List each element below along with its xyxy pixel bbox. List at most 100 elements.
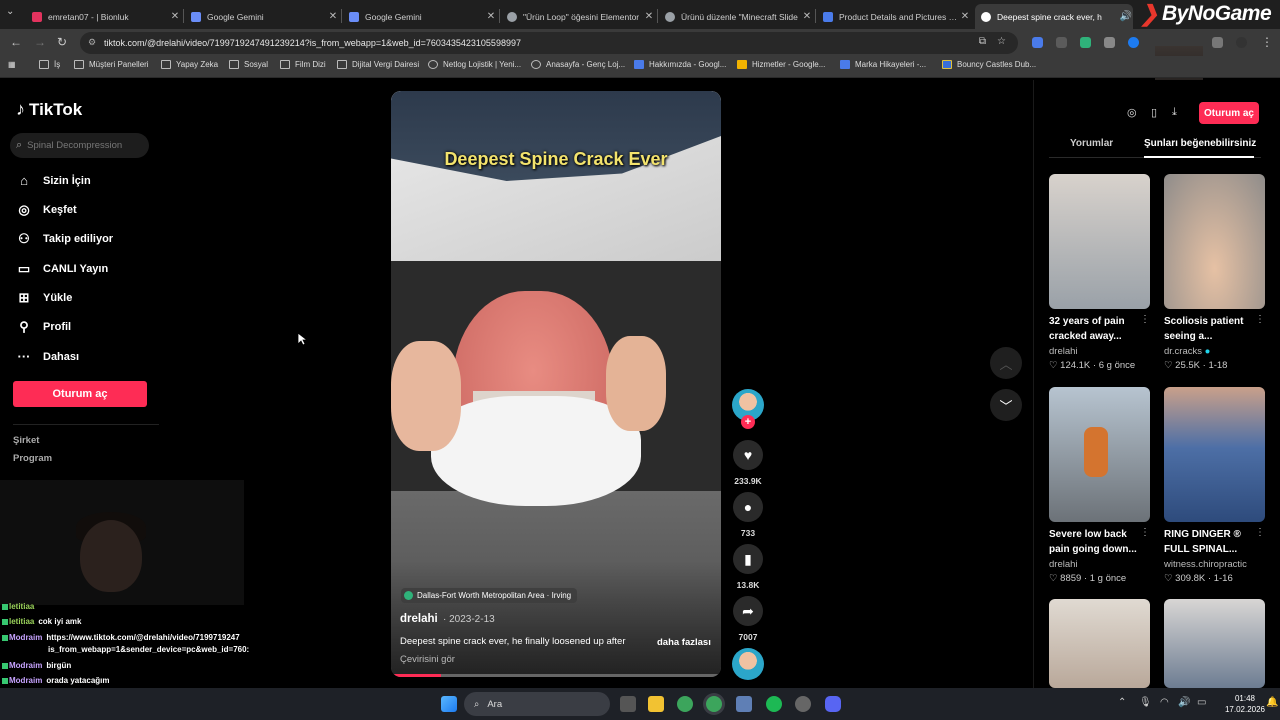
- music-disc-avatar[interactable]: [732, 648, 764, 680]
- video-author[interactable]: drelahi: [400, 613, 438, 625]
- tab-5[interactable]: Product Details and Pictures - G ✕: [817, 4, 972, 29]
- profile-avatar-icon[interactable]: [1236, 37, 1247, 48]
- see-more-link[interactable]: daha fazlası: [657, 637, 711, 648]
- settings-gear-icon[interactable]: [795, 696, 811, 712]
- install-app-icon[interactable]: ⧉: [979, 36, 986, 47]
- tab-search-icon[interactable]: ⌄: [6, 6, 14, 17]
- bookmark-link[interactable]: Hizmetler - Google...: [737, 60, 825, 69]
- header-login-button[interactable]: Oturum aç: [1199, 102, 1259, 124]
- bookmark-folder[interactable]: Müşteri Panelleri: [74, 60, 149, 69]
- address-bar[interactable]: ⚙ tiktok.com/@drelahi/video/719971924749…: [80, 32, 1018, 54]
- close-icon[interactable]: ✕: [484, 11, 498, 22]
- footer-link-company[interactable]: Şirket: [13, 435, 39, 446]
- close-icon[interactable]: ✕: [326, 11, 340, 22]
- login-button[interactable]: Oturum aç: [13, 381, 147, 407]
- sidebar-item-live[interactable]: ▭ CANLI Yayın: [16, 261, 108, 277]
- video-player[interactable]: Deepest Spine Crack Ever Dallas-Fort Wor…: [391, 91, 721, 677]
- discord-icon[interactable]: [825, 696, 841, 712]
- reading-list-icon[interactable]: [1212, 37, 1223, 48]
- follow-plus-icon[interactable]: +: [741, 415, 755, 429]
- tab-1[interactable]: Google Gemini ✕: [185, 4, 340, 29]
- tray-chevron-icon[interactable]: ⌃: [1118, 697, 1126, 708]
- card-author[interactable]: dr.cracks ●: [1164, 346, 1210, 357]
- bookmark-folder[interactable]: Sosyal: [229, 60, 268, 69]
- video-thumbnail[interactable]: [1049, 599, 1150, 688]
- card-author[interactable]: drelahi: [1049, 346, 1078, 357]
- chrome-active-icon[interactable]: [706, 696, 722, 712]
- more-options-icon[interactable]: ⋮: [1140, 527, 1150, 538]
- close-icon[interactable]: ✕: [168, 11, 182, 22]
- previous-video-button[interactable]: ︿: [990, 347, 1022, 379]
- card-title[interactable]: Scoliosis patient seeing a...: [1164, 314, 1254, 344]
- tab-you-may-like[interactable]: Şunları beğenebilirsiniz: [1144, 138, 1256, 149]
- footer-link-program[interactable]: Program: [13, 453, 52, 464]
- volume-icon[interactable]: 🔊: [1178, 697, 1190, 708]
- tab-4[interactable]: Ürünü düzenle "Minecraft Slide ✕: [659, 4, 814, 29]
- more-options-icon[interactable]: ⋮: [1255, 314, 1265, 325]
- like-button[interactable]: ♥: [733, 440, 763, 470]
- forward-icon[interactable]: →: [34, 35, 46, 49]
- sidebar-item-explore[interactable]: ◎ Keşfet: [16, 202, 76, 218]
- card-title[interactable]: Severe low back pain going down...: [1049, 527, 1139, 557]
- video-progress-bar[interactable]: [391, 674, 721, 677]
- close-icon[interactable]: ✕: [642, 11, 656, 22]
- battery-icon[interactable]: ▭: [1197, 697, 1206, 708]
- app-icon[interactable]: [736, 696, 752, 712]
- card-author[interactable]: drelahi: [1049, 559, 1078, 570]
- site-info-icon[interactable]: ⚙: [88, 37, 96, 48]
- mute-icon[interactable]: 🔊: [1119, 11, 1133, 22]
- video-thumbnail[interactable]: [1164, 387, 1265, 522]
- tab-0[interactable]: emretan07 - | Bionluk ✕: [26, 4, 182, 29]
- download-icon[interactable]: ⤓: [1172, 106, 1177, 119]
- bookmark-link[interactable]: Marka Hikayeleri -...: [840, 60, 926, 69]
- wifi-icon[interactable]: ◠: [1160, 697, 1169, 708]
- notification-bell-icon[interactable]: 🔔: [1266, 697, 1278, 708]
- bookmark-link[interactable]: Dijital Vergi Dairesi: [337, 60, 419, 69]
- spotify-icon[interactable]: [766, 696, 782, 712]
- see-translation-link[interactable]: Çevirisini gör: [400, 654, 455, 665]
- share-button[interactable]: ➦: [733, 596, 763, 626]
- more-options-icon[interactable]: ⋮: [1140, 314, 1150, 325]
- chrome-icon[interactable]: [677, 696, 693, 712]
- back-icon[interactable]: ←: [10, 35, 22, 49]
- video-thumbnail[interactable]: [1164, 174, 1265, 309]
- sidebar-item-following[interactable]: ⚇ Takip ediliyor: [16, 231, 113, 247]
- system-clock[interactable]: 01:48 17.02.2026: [1222, 693, 1268, 715]
- menu-kebab-icon[interactable]: ⋮: [1261, 35, 1273, 49]
- tab-6-active[interactable]: Deepest spine crack ever, h 🔊: [975, 4, 1133, 29]
- device-icon[interactable]: ▯: [1151, 106, 1157, 119]
- bookmark-link[interactable]: Netlog Lojistik | Yeni...: [428, 60, 521, 69]
- bookmark-star-icon[interactable]: ☆: [997, 36, 1006, 47]
- save-button[interactable]: ▮: [733, 544, 763, 574]
- bookmark-link[interactable]: Bouncy Castles Dub...: [942, 60, 1036, 69]
- task-view-icon[interactable]: [620, 696, 636, 712]
- bookmark-folder[interactable]: Film Dizi: [280, 60, 326, 69]
- bookmark-folder[interactable]: Yapay Zeka: [161, 60, 218, 69]
- comment-button[interactable]: ●: [733, 492, 763, 522]
- taskbar-search[interactable]: ⌕ Ara: [464, 692, 610, 716]
- bookmark-link[interactable]: Anasayfa - Genç Loj...: [531, 60, 625, 69]
- card-title[interactable]: RING DINGER ® FULL SPINAL...: [1164, 527, 1254, 557]
- next-video-button[interactable]: ﹀: [990, 389, 1022, 421]
- file-explorer-icon[interactable]: [648, 696, 664, 712]
- more-options-icon[interactable]: ⋮: [1255, 527, 1265, 538]
- extension-icon[interactable]: [1056, 37, 1067, 48]
- sidebar-item-profile[interactable]: ⚲ Profil: [16, 319, 71, 335]
- video-thumbnail[interactable]: [1164, 599, 1265, 688]
- sidebar-item-more[interactable]: ··· Dahası: [16, 349, 80, 364]
- microphone-icon[interactable]: 🎙: [1139, 697, 1152, 708]
- tab-2[interactable]: Google Gemini ✕: [343, 4, 498, 29]
- sidebar-item-for-you[interactable]: ⌂ Sizin İçin: [16, 173, 91, 188]
- windows-start-icon[interactable]: [441, 696, 457, 712]
- card-author[interactable]: witness.chiropractic: [1164, 559, 1247, 570]
- extension-icon[interactable]: [1104, 37, 1115, 48]
- tab-3[interactable]: "Ürün Loop" öğesini Elementor ✕: [501, 4, 656, 29]
- close-icon[interactable]: ✕: [800, 11, 814, 22]
- apps-grid-icon[interactable]: ▦: [8, 60, 16, 69]
- sidebar-item-upload[interactable]: ⊞ Yükle: [16, 290, 73, 306]
- extension-icon[interactable]: [1032, 37, 1043, 48]
- close-icon[interactable]: ✕: [958, 11, 972, 22]
- coins-icon[interactable]: ◎: [1127, 106, 1137, 119]
- extension-icon[interactable]: [1128, 37, 1139, 48]
- video-thumbnail[interactable]: [1049, 174, 1150, 309]
